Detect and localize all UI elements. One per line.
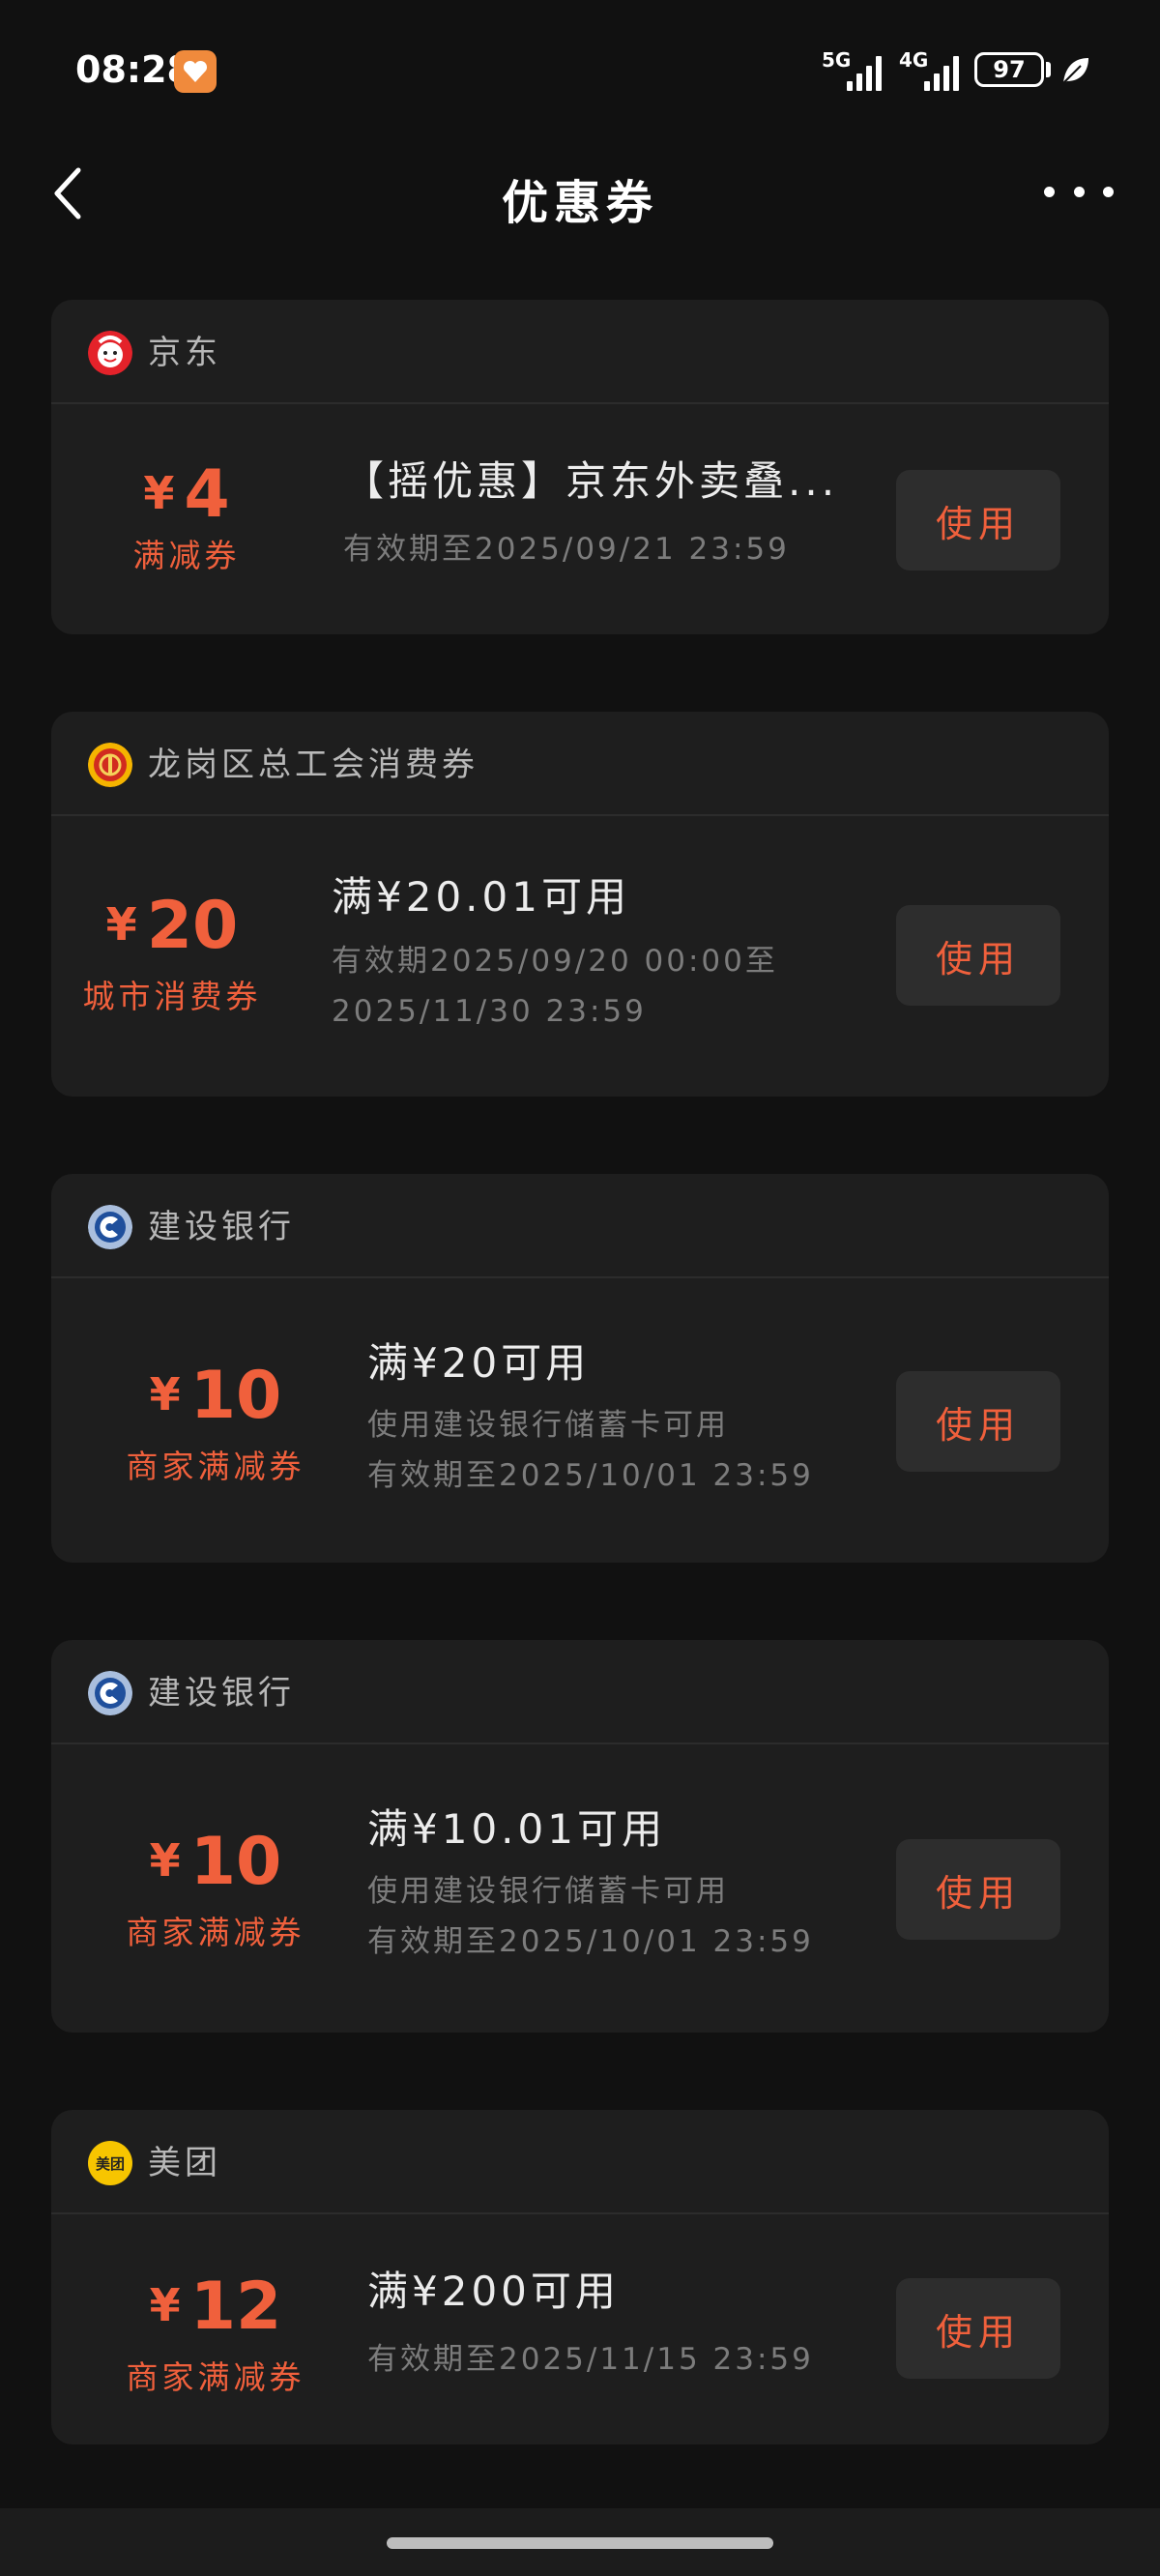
signal-4g: 4G	[899, 48, 969, 93]
notification-app-icon	[174, 50, 217, 93]
coupon-amount: ¥10	[80, 1356, 351, 1435]
coupon-title: 满¥200可用	[367, 2268, 620, 2315]
coupon-card: 京东 ¥4 满减券 【摇优惠】京东外卖叠... 有效期至2025/09/21 2…	[51, 300, 1109, 634]
amount-value: 10	[189, 1824, 282, 1900]
coupon-type: 商家满减券	[126, 1914, 305, 1951]
use-button[interactable]: 使用	[896, 905, 1060, 1006]
use-button[interactable]: 使用	[896, 2278, 1060, 2379]
coupon-card-header: 建设银行	[51, 1174, 1109, 1278]
coupon-card-header: 龙岗区总工会消费券	[51, 712, 1109, 816]
signal-bars-icon	[924, 52, 959, 91]
merchant-name: 美团	[148, 2144, 221, 2182]
coupon-info: 【摇优惠】京东外卖叠... 有效期至2025/09/21 23:59	[343, 454, 838, 574]
coupon-card: 建设银行 ¥10 商家满减券 满¥10.01可用 使用建设银行储蓄卡可用 有效期…	[51, 1640, 1109, 2033]
coupon-validity: 有效期至2025/10/01 23:59	[367, 1458, 814, 1493]
coupon-card: 龙岗区总工会消费券 ¥20 城市消费券 满¥20.01可用 有效期2025/09…	[51, 712, 1109, 1097]
coupon-type: 城市消费券	[82, 978, 262, 1015]
coupon-type: 商家满减券	[126, 1448, 305, 1485]
home-indicator[interactable]	[387, 2537, 773, 2549]
coupon-amount-block: ¥4 满减券	[51, 454, 322, 576]
coupon-amount-block: ¥10 商家满减券	[80, 1356, 351, 1487]
coupon-info: 满¥200可用 有效期至2025/11/15 23:59	[367, 2265, 814, 2385]
currency-symbol: ¥	[149, 1834, 181, 1887]
use-button[interactable]: 使用	[896, 470, 1060, 571]
battery-level: 97	[993, 56, 1026, 83]
more-dots-icon	[1044, 186, 1055, 197]
coupon-validity: 有效期至2025/09/21 23:59	[343, 532, 790, 567]
coupon-title: 满¥10.01可用	[367, 1805, 666, 1853]
coupon-condition: 使用建设银行储蓄卡可用	[367, 1874, 729, 1909]
coupon-amount-block: ¥12 商家满减券	[80, 2267, 351, 2398]
coupon-title: 满¥20可用	[367, 1339, 591, 1387]
more-button[interactable]	[1044, 172, 1114, 211]
meituan-logo-icon: 美团	[88, 2141, 132, 2185]
ccb-logo-icon	[88, 1671, 132, 1715]
coupon-amount: ¥4	[51, 454, 322, 534]
ccb-logo-icon	[88, 1205, 132, 1249]
signal-bars-icon	[847, 52, 882, 91]
coupon-validity: 有效期至2025/10/01 23:59	[367, 1924, 814, 1959]
coupon-type: 满减券	[132, 537, 241, 574]
amount-value: 20	[146, 888, 239, 964]
coupon-amount: ¥12	[80, 2267, 351, 2346]
coupon-card: 建设银行 ¥10 商家满减券 满¥20可用 使用建设银行储蓄卡可用 有效期至20…	[51, 1174, 1109, 1563]
coupon-amount-block: ¥10 商家满减券	[80, 1822, 351, 1953]
coupon-title: 满¥20.01可用	[332, 873, 630, 921]
coupon-info: 满¥20.01可用 有效期2025/09/20 00:00至 2025/11/3…	[332, 870, 778, 1037]
coupon-validity: 有效期2025/09/20 00:00至	[332, 944, 778, 979]
battery-tip	[1046, 62, 1051, 77]
merchant-name: 建设银行	[148, 1208, 295, 1246]
merchant-name: 京东	[148, 334, 221, 372]
coupon-amount: ¥20	[61, 886, 283, 965]
coupon-condition: 使用建设银行储蓄卡可用	[367, 1408, 729, 1443]
meituan-logo-text: 美团	[95, 2154, 125, 2173]
signal-5g: 5G	[822, 48, 891, 93]
coupon-info: 满¥20可用 使用建设银行储蓄卡可用 有效期至2025/10/01 23:59	[367, 1336, 814, 1501]
currency-symbol: ¥	[149, 1368, 181, 1420]
coupon-info: 满¥10.01可用 使用建设银行储蓄卡可用 有效期至2025/10/01 23:…	[367, 1802, 814, 1967]
use-button[interactable]: 使用	[896, 1371, 1060, 1472]
union-emblem-icon	[88, 743, 132, 787]
currency-symbol: ¥	[105, 898, 137, 951]
merchant-name: 龙岗区总工会消费券	[148, 746, 478, 784]
amount-value: 10	[189, 1358, 282, 1434]
top-app-bar: 优惠券	[0, 145, 1160, 242]
coupon-amount: ¥10	[80, 1822, 351, 1901]
more-dot	[1073, 186, 1085, 197]
more-dot	[1103, 186, 1114, 197]
coupon-card-header: 京东	[51, 300, 1109, 404]
currency-symbol: ¥	[143, 467, 175, 519]
coupon-card-header: 美团 美团	[51, 2110, 1109, 2214]
status-bar: 08:28 5G 4G 97	[0, 0, 1160, 135]
coupon-validity: 有效期至2025/11/15 23:59	[367, 2342, 814, 2377]
coupon-validity: 2025/11/30 23:59	[332, 994, 647, 1029]
use-button[interactable]: 使用	[896, 1839, 1060, 1940]
coupon-amount-block: ¥20 城市消费券	[61, 886, 283, 1017]
page-title: 优惠券	[501, 176, 658, 230]
coupon-type: 商家满减券	[126, 2358, 305, 2396]
coupon-card: 美团 美团 ¥12 商家满减券 满¥200可用 有效期至2025/11/15 2…	[51, 2110, 1109, 2444]
eco-leaf-icon	[1062, 58, 1088, 84]
coupon-card-header: 建设银行	[51, 1640, 1109, 1744]
coupon-title: 【摇优惠】京东外卖叠...	[343, 457, 839, 505]
amount-value: 12	[189, 2269, 282, 2345]
merchant-name: 建设银行	[148, 1674, 295, 1712]
amount-value: 4	[184, 456, 230, 533]
battery-icon: 97	[974, 52, 1044, 87]
currency-symbol: ¥	[149, 2279, 181, 2331]
jd-logo-icon	[88, 331, 132, 375]
